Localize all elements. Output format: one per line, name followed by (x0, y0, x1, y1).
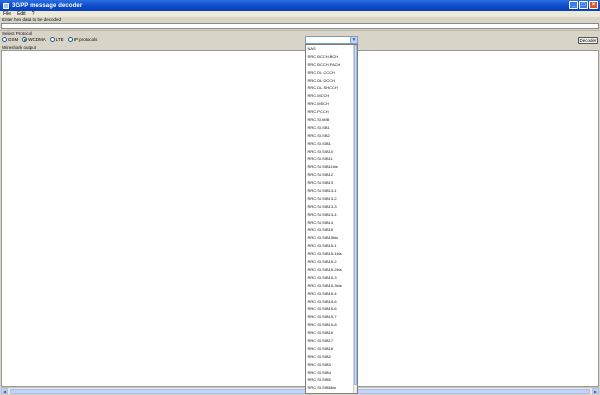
dropdown-item[interactable]: RRC.BCCH.BCH (306, 53, 357, 61)
chevron-down-icon[interactable]: ▼ (350, 37, 357, 43)
message-type-combo[interactable]: ▼ (305, 36, 358, 44)
close-button[interactable]: × (589, 1, 598, 9)
dropdown-item[interactable]: RRC.SI.SIB16 (306, 329, 357, 337)
dropdown-item[interactable]: RRC.PCCH (306, 108, 357, 116)
radio-lte[interactable]: LTE (49, 37, 64, 42)
title-bar: 3GPP message decoder _ □ × (0, 0, 600, 11)
dropdown-item[interactable]: RRC.SI.SIB15-8 (306, 321, 357, 329)
dropdown-item[interactable]: RRC.SI.SIB14 (306, 219, 357, 227)
dropdown-item[interactable]: RRC.SI.SB1 (306, 124, 357, 132)
hex-data-input[interactable] (1, 23, 599, 29)
radio-ip[interactable]: IP protocols (67, 37, 98, 42)
protocol-radio-group: GSM WCDMA LTE IP protocols (2, 37, 99, 42)
dropdown-item[interactable]: RRC.SI.SIB10 (306, 148, 357, 156)
dropdown-item[interactable]: RRC.DL.SHCCH (306, 84, 357, 92)
divider (0, 30, 600, 31)
dropdown-item[interactable]: RRC.BCCH.FACH (306, 61, 357, 69)
hex-input-label: Enter hex data to be decoded (2, 17, 62, 22)
dropdown-item[interactable]: RRC.SI.SIB1 (306, 140, 357, 148)
radio-gsm-circle[interactable] (2, 37, 7, 42)
radio-lte-circle[interactable] (49, 37, 55, 42)
dropdown-item[interactable]: RRC.SI.SIB15-2 (306, 258, 357, 266)
radio-wcdma-circle[interactable] (22, 37, 28, 42)
radio-wcdma[interactable]: WCDMA (22, 37, 46, 42)
window-title: 3GPP message decoder (12, 2, 83, 9)
dropdown-item[interactable]: RRC.SI.SIB13-3 (306, 203, 357, 211)
message-type-dropdown: NAS RRC.BCCH.BCH RRC.BCCH.FACH RRC.DL.CCCH R… (305, 44, 358, 394)
dropdown-item[interactable]: RRC.MSCH (306, 100, 357, 108)
radio-gsm[interactable]: GSM (2, 37, 18, 42)
scroll-left-icon[interactable]: ◀ (1, 388, 8, 394)
maximize-button[interactable]: □ (579, 1, 588, 9)
dropdown-item[interactable]: RRC.DL.DCCH (306, 77, 357, 85)
dropdown-item[interactable]: RRC.SI.SIB12 (306, 171, 357, 179)
dropdown-item[interactable]: RRC.SI.SIB15-4 (306, 290, 357, 298)
radio-gsm-label: GSM (8, 37, 19, 42)
dropdown-item[interactable]: RRC.SI.SB2 (306, 132, 357, 140)
dropdown-item[interactable]: RRC.SI.SIB13-1 (306, 187, 357, 195)
dropdown-item[interactable]: RRC.SI.SIB15 (306, 226, 357, 234)
dropdown-item[interactable]: RRC.SI.SIB15-6 (306, 298, 357, 306)
scroll-right-icon[interactable]: ▶ (592, 388, 599, 394)
dropdown-item[interactable]: RRC.SI.SIB5 (306, 376, 357, 384)
dropdown-item[interactable]: RRC.DL.CCCH (306, 69, 357, 77)
radio-wcdma-label: WCDMA (28, 37, 46, 42)
dropdown-item[interactable]: RRC.SI.SIB15-3bis (306, 282, 357, 290)
dropdown-item[interactable]: RRC.SI.SIB11 (306, 155, 357, 163)
dropdown-item[interactable]: RRC.SI.SIB18 (306, 345, 357, 353)
dropdown-item[interactable]: RRC.SI.SIB11bis (306, 163, 357, 171)
dropdown-item[interactable]: RRC.SI.SIB15-1 (306, 242, 357, 250)
dropdown-item[interactable]: RRC.SI.MIB (306, 116, 357, 124)
menu-bar: File Edit ? (0, 11, 600, 17)
dropdown-item[interactable]: RRC.SI.SIB15bis (306, 234, 357, 242)
dropdown-item[interactable]: RRC.SI.SIB4 (306, 369, 357, 377)
protocol-label: Select Protocol (2, 31, 33, 36)
dropdown-item[interactable]: RRC.SI.SIB15-6 (306, 305, 357, 313)
dropdown-item[interactable]: RRC.MCCH (306, 92, 357, 100)
dropdown-item[interactable]: RRC.SI.SIB15-7 (306, 313, 357, 321)
radio-ip-circle[interactable] (67, 37, 73, 42)
horizontal-scrollbar[interactable]: ◀ ▶ (1, 387, 599, 394)
dropdown-item[interactable]: RRC.SI.SIB17 (306, 337, 357, 345)
wireshark-output-area[interactable] (1, 50, 599, 387)
dropdown-scrollbar[interactable] (353, 45, 357, 393)
dropdown-item[interactable]: RRC.SI.SIB5bis (306, 384, 357, 392)
dropdown-item[interactable]: RRC.SI.SIB13-2 (306, 195, 357, 203)
dropdown-item[interactable]: NAS (306, 45, 357, 53)
dropdown-item[interactable]: RRC.SI.SIB3 (306, 361, 357, 369)
dropdown-scroll-thumb[interactable] (354, 45, 357, 385)
dropdown-item[interactable]: RRC.SI.SIB15-2bis (306, 266, 357, 274)
radio-lte-label: LTE (55, 37, 64, 42)
radio-ip-label: IP protocols (73, 37, 98, 42)
decoder-button[interactable]: Decoder (578, 37, 598, 44)
dropdown-item[interactable]: RRC.SI.SIB15-3 (306, 274, 357, 282)
dropdown-item[interactable]: RRC.SI.SIB2 (306, 353, 357, 361)
app-icon (3, 2, 9, 9)
dropdown-item[interactable]: RRC.SI.SIB15-1bis (306, 250, 357, 258)
dropdown-list: NAS RRC.BCCH.BCH RRC.BCCH.FACH RRC.DL.CCCH R… (306, 45, 357, 392)
minimize-button[interactable]: _ (569, 1, 578, 9)
scroll-thumb[interactable] (10, 389, 590, 394)
dropdown-item[interactable]: RRC.SI.SIB13-4 (306, 211, 357, 219)
dropdown-item[interactable]: RRC.SI.SIB13 (306, 179, 357, 187)
